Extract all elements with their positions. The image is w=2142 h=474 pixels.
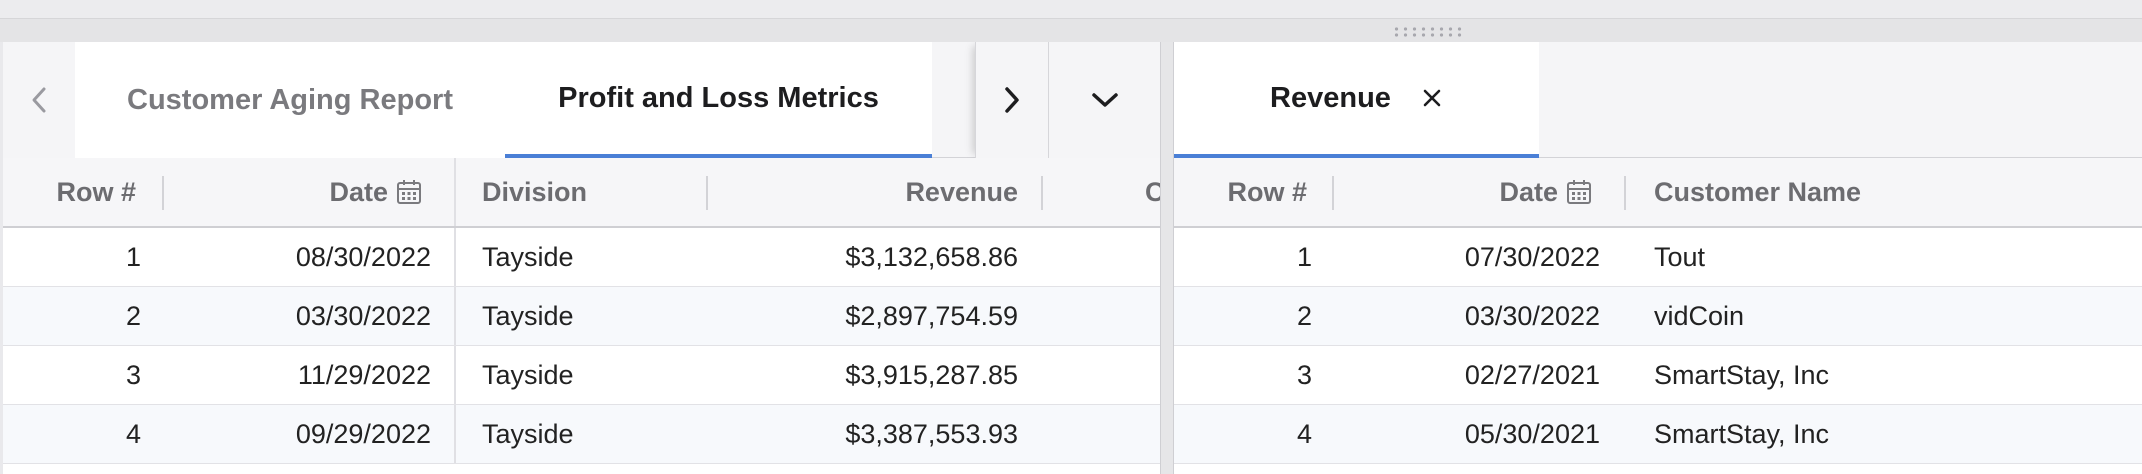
column-divider <box>454 346 456 404</box>
right-panel: Revenue Row # Date Customer Name 1 07/30… <box>1174 42 2142 474</box>
cell-date: 03/30/2022 <box>1464 300 1600 331</box>
column-header-division[interactable]: Division <box>482 158 702 226</box>
table-row[interactable]: 3 02/27/2021 SmartStay, Inc <box>1174 346 2142 405</box>
cell-row-number: 2 <box>125 300 141 331</box>
column-divider <box>454 287 456 345</box>
tab-profit-and-loss-metrics[interactable]: Profit and Loss Metrics <box>505 42 932 158</box>
column-divider <box>454 405 456 463</box>
column-divider <box>454 158 456 226</box>
cell-division: Tayside <box>482 418 574 449</box>
cell-date: 08/30/2022 <box>295 241 431 272</box>
right-tab-bar: Revenue <box>1174 42 2142 158</box>
table-header: Row # Date Division Revenue C <box>3 158 1160 228</box>
cell-division: Tayside <box>482 241 574 272</box>
cell-revenue: $3,132,658.86 <box>845 241 1018 272</box>
pane-resize-bar[interactable] <box>0 18 2142 42</box>
tab-label: Profit and Loss Metrics <box>558 81 879 114</box>
column-separator[interactable] <box>1041 176 1043 210</box>
table-row[interactable]: 1 07/30/2022 Tout <box>1174 228 2142 287</box>
cell-date: 05/30/2021 <box>1464 418 1600 449</box>
tab-revenue[interactable]: Revenue <box>1174 42 1539 158</box>
cell-date: 03/30/2022 <box>295 300 431 331</box>
column-header-row-number[interactable]: Row # <box>1174 158 1307 226</box>
table-row[interactable]: 3 11/29/2022 Tayside $3,915,287.85 <box>3 346 1160 405</box>
tab-label: Revenue <box>1270 81 1391 114</box>
cell-revenue: $3,387,553.93 <box>845 418 1018 449</box>
column-separator[interactable] <box>706 176 708 210</box>
cell-customer-name: vidCoin <box>1654 300 1745 331</box>
cell-row-number: 3 <box>1296 359 1312 390</box>
table-row[interactable]: 4 09/29/2022 Tayside $3,387,553.93 <box>3 405 1160 464</box>
column-header-date[interactable]: Date <box>1336 158 1592 226</box>
drag-handle-icon[interactable] <box>1392 26 1464 38</box>
pane-splitter[interactable] <box>1160 42 1174 474</box>
cell-revenue: $2,897,754.59 <box>845 300 1018 331</box>
table-row[interactable]: 1 08/30/2022 Tayside $3,132,658.86 <box>3 228 1160 287</box>
left-panel: Customer Aging Report Profit and Loss Me… <box>3 42 1160 474</box>
close-icon[interactable] <box>1421 87 1443 109</box>
cell-date: 07/30/2022 <box>1464 241 1600 272</box>
scroll-tabs-left-button[interactable] <box>3 42 75 158</box>
table-header: Row # Date Customer Name <box>1174 158 2142 228</box>
cell-row-number: 1 <box>1296 241 1312 272</box>
profit-loss-table: Row # Date Division Revenue C 1 08/30/20… <box>3 158 1160 464</box>
column-separator[interactable] <box>1332 176 1334 210</box>
table-row[interactable]: 2 03/30/2022 Tayside $2,897,754.59 <box>3 287 1160 346</box>
table-row[interactable]: 2 03/30/2022 vidCoin <box>1174 287 2142 346</box>
cell-date: 09/29/2022 <box>295 418 431 449</box>
column-header-customer-name[interactable]: Customer Name <box>1654 158 2054 226</box>
column-header-revenue[interactable]: Revenue <box>710 158 1018 226</box>
top-strip <box>0 0 2142 18</box>
cell-row-number: 3 <box>125 359 141 390</box>
chevron-left-icon <box>32 87 46 113</box>
cell-customer-name: Tout <box>1654 241 1706 272</box>
cell-row-number: 4 <box>125 418 141 449</box>
revenue-table: Row # Date Customer Name 1 07/30/2022 To… <box>1174 158 2142 464</box>
cell-customer-name: SmartStay, Inc <box>1654 418 1830 449</box>
cell-date: 11/29/2022 <box>297 359 431 390</box>
table-row[interactable]: 4 05/30/2021 SmartStay, Inc <box>1174 405 2142 464</box>
cell-division: Tayside <box>482 300 574 331</box>
tab-list-menu-button[interactable] <box>1048 42 1160 158</box>
chevron-right-icon <box>1005 87 1019 113</box>
column-separator[interactable] <box>162 176 164 210</box>
column-header-row-number[interactable]: Row # <box>3 158 136 226</box>
column-header-truncated[interactable]: C <box>1145 158 1160 226</box>
cell-revenue: $3,915,287.85 <box>845 359 1018 390</box>
column-header-date[interactable]: Date <box>166 158 422 226</box>
cell-row-number: 1 <box>125 241 141 272</box>
column-separator[interactable] <box>1624 176 1626 210</box>
left-tab-bar: Customer Aging Report Profit and Loss Me… <box>3 42 1160 158</box>
cell-row-number: 2 <box>1296 300 1312 331</box>
cell-date: 02/27/2021 <box>1464 359 1600 390</box>
column-divider <box>454 228 456 286</box>
calendar-icon[interactable] <box>396 178 422 206</box>
cell-customer-name: SmartStay, Inc <box>1654 359 1830 390</box>
cell-row-number: 4 <box>1296 418 1312 449</box>
tab-label: Customer Aging Report <box>127 83 453 116</box>
cell-division: Tayside <box>482 359 574 390</box>
scroll-tabs-right-button[interactable] <box>975 42 1048 158</box>
chevron-down-icon <box>1091 93 1118 107</box>
calendar-icon[interactable] <box>1566 178 1592 206</box>
tab-customer-aging-report[interactable]: Customer Aging Report <box>75 42 505 158</box>
